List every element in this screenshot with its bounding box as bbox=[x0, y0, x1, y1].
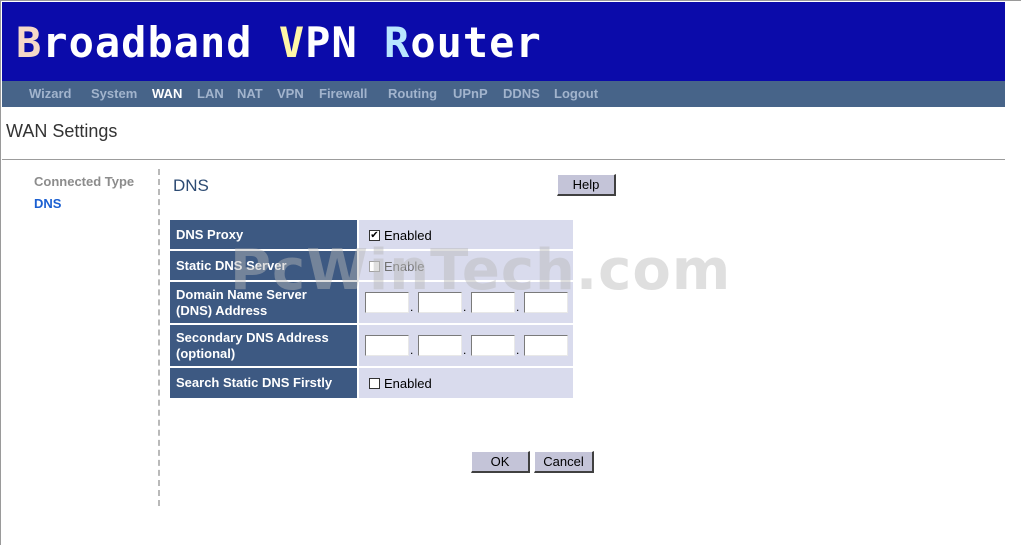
static-dns-server-label: Static DNS Server bbox=[170, 251, 357, 280]
sidebar-item-connected-type[interactable]: Connected Type bbox=[34, 174, 134, 189]
dns-proxy-label: DNS Proxy bbox=[170, 220, 357, 249]
sidebar-divider bbox=[158, 169, 160, 506]
dns-octet-2-input[interactable] bbox=[418, 292, 462, 313]
header-banner: Broadband VPN Router bbox=[2, 2, 1005, 81]
sidebar-item-dns[interactable]: DNS bbox=[34, 196, 61, 211]
nav-vpn[interactable]: VPN bbox=[277, 86, 304, 101]
logo-text-roadband: roadband bbox=[42, 18, 279, 67]
logo-text-pn: PN bbox=[305, 18, 385, 67]
static-dns-checkbox[interactable] bbox=[369, 261, 380, 272]
nav-upnp[interactable]: UPnP bbox=[453, 86, 488, 101]
help-button[interactable]: Help bbox=[557, 174, 616, 196]
domain-name-server-label: Domain Name Server (DNS) Address bbox=[170, 282, 357, 323]
nav-wan[interactable]: WAN bbox=[152, 86, 182, 101]
dns-octet-1-input[interactable] bbox=[365, 292, 409, 313]
nav-firewall[interactable]: Firewall bbox=[319, 86, 367, 101]
nav-routing[interactable]: Routing bbox=[388, 86, 437, 101]
cancel-button[interactable]: Cancel bbox=[534, 451, 594, 473]
domain-name-server-label-line1: Domain Name Server bbox=[176, 287, 307, 302]
secondary-dns-label-line1: Secondary DNS Address bbox=[176, 330, 329, 345]
search-static-dns-checkbox[interactable] bbox=[369, 378, 380, 389]
dns-proxy-cell: ✔ Enabled bbox=[359, 220, 573, 249]
nav-logout[interactable]: Logout bbox=[554, 86, 598, 101]
router-logo: Broadband VPN Router bbox=[16, 18, 542, 67]
secondary-dns-label: Secondary DNS Address (optional) bbox=[170, 325, 357, 366]
section-title: DNS bbox=[173, 176, 209, 195]
secondary-dns-octet-separator: . bbox=[516, 343, 520, 357]
static-dns-option-label: Enable bbox=[384, 259, 425, 274]
logo-letter-v: V bbox=[278, 18, 306, 67]
secondary-dns-octet-separator: . bbox=[410, 343, 414, 357]
dns-octet-3-input[interactable] bbox=[471, 292, 515, 313]
logo-text-outer: outer bbox=[410, 18, 542, 67]
secondary-dns-octet-4-input[interactable] bbox=[524, 335, 568, 356]
dns-octet-separator: . bbox=[463, 300, 467, 314]
static-dns-server-cell: Enable bbox=[359, 251, 573, 280]
page-title: WAN Settings bbox=[6, 121, 118, 141]
search-static-dns-option-label: Enabled bbox=[384, 376, 432, 391]
nav-lan[interactable]: LAN bbox=[197, 86, 224, 101]
main-nav: Wizard System WAN LAN NAT VPN Firewall R… bbox=[2, 81, 1005, 107]
nav-nat[interactable]: NAT bbox=[237, 86, 263, 101]
dns-octet-separator: . bbox=[516, 300, 520, 314]
dns-proxy-checkbox[interactable]: ✔ bbox=[369, 230, 380, 241]
search-static-dns-cell: Enabled bbox=[359, 368, 573, 398]
logo-letter-r: R bbox=[384, 18, 411, 67]
nav-ddns[interactable]: DDNS bbox=[503, 86, 540, 101]
dns-octet-separator: . bbox=[410, 300, 414, 314]
domain-name-server-label-line2: (DNS) Address bbox=[176, 303, 268, 318]
secondary-dns-octet-2-input[interactable] bbox=[418, 335, 462, 356]
ok-button[interactable]: OK bbox=[471, 451, 530, 473]
nav-system[interactable]: System bbox=[91, 86, 137, 101]
secondary-dns-octet-1-input[interactable] bbox=[365, 335, 409, 356]
dns-proxy-option-label: Enabled bbox=[384, 228, 432, 243]
dns-octet-4-input[interactable] bbox=[524, 292, 568, 313]
nav-wizard[interactable]: Wizard bbox=[29, 86, 72, 101]
title-divider bbox=[2, 159, 1005, 160]
search-static-dns-label: Search Static DNS Firstly bbox=[170, 368, 357, 398]
dns-address-cell: . . . bbox=[359, 282, 573, 323]
secondary-dns-octet-separator: . bbox=[463, 343, 467, 357]
logo-letter-b: B bbox=[16, 18, 43, 67]
secondary-dns-label-line2: (optional) bbox=[176, 346, 236, 361]
secondary-dns-octet-3-input[interactable] bbox=[471, 335, 515, 356]
secondary-dns-cell: . . . bbox=[359, 325, 573, 366]
